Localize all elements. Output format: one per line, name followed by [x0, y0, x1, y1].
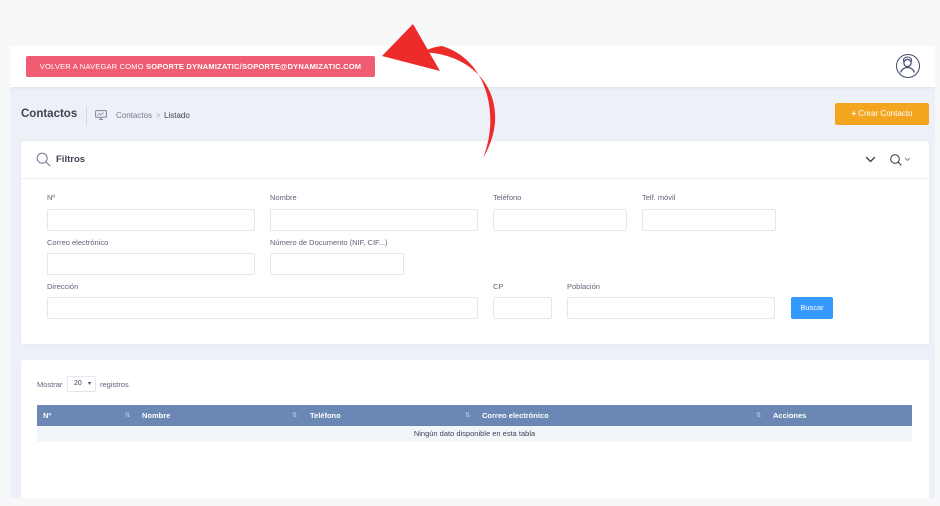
select-arrows-icon: ▾ — [87, 381, 91, 387]
table-header: Nº ⇅ Nombre ⇅ Teléfono ⇅ Correo electrón… — [37, 405, 912, 426]
user-avatar-icon[interactable] — [896, 54, 920, 78]
contacts-table-card: Mostrar 20 ▾ registros Nº ⇅ Nombre ⇅ Tel… — [21, 360, 929, 498]
filters-header[interactable]: Filtros — [21, 141, 929, 179]
filter-telefono-input[interactable] — [493, 209, 627, 231]
filter-label-movil: Telf. móvil — [642, 193, 676, 202]
chevron-down-icon[interactable] — [865, 154, 876, 165]
breadcrumb-separator: > — [156, 111, 161, 120]
filter-documento-input[interactable] — [270, 253, 404, 275]
length-prefix: Mostrar — [37, 380, 63, 389]
filter-label-poblacion: Población — [567, 282, 600, 291]
return-impersonation-button[interactable]: VOLVER A NAVEGAR COMO SOPORTE DYNAMIZATI… — [26, 56, 375, 77]
sort-arrows-icon[interactable]: ⇅ — [756, 405, 761, 426]
filter-poblacion-input[interactable] — [567, 297, 775, 319]
filter-direccion-input[interactable] — [47, 297, 478, 319]
topbar: VOLVER A NAVEGAR COMO SOPORTE DYNAMIZATI… — [10, 46, 935, 87]
filter-label-cp: CP — [493, 282, 504, 291]
search-dropdown-icon[interactable] — [889, 153, 913, 167]
filter-movil-input[interactable] — [642, 209, 776, 231]
filters-title: Filtros — [56, 154, 86, 165]
breadcrumb-contactos[interactable]: Contactos — [116, 111, 152, 120]
return-prefix: VOLVER A NAVEGAR COMO — [39, 62, 144, 71]
return-user: SOPORTE DYNAMIZATIC/SOPORTE@DYNAMIZATIC.… — [146, 62, 362, 71]
sort-arrows-icon[interactable]: ⇅ — [292, 405, 297, 426]
search-button[interactable]: Buscar — [791, 297, 833, 319]
search-icon — [36, 152, 51, 167]
sort-arrows-icon[interactable]: ⇅ — [125, 405, 130, 426]
filter-nombre-input[interactable] — [270, 209, 478, 231]
filter-label-documento: Número de Documento (NIF, CIF...) — [270, 238, 388, 247]
column-header-telefono[interactable]: Teléfono — [310, 405, 341, 426]
create-contact-label: Crear Contacto — [858, 109, 913, 118]
subheader-divider — [86, 106, 87, 126]
filters-card: Filtros Nº Nombre Teléfono Telf. móvil C… — [21, 141, 929, 344]
page-title: Contactos — [21, 108, 78, 120]
create-contact-button[interactable]: + Crear Contacto — [835, 103, 929, 125]
column-header-email[interactable]: Correo electrónico — [482, 405, 549, 426]
subheader: Contactos Contactos > Listado + Crear Con… — [10, 96, 935, 136]
filter-label-direccion: Dirección — [47, 282, 79, 291]
column-header-numero[interactable]: Nº — [43, 405, 51, 426]
length-suffix: registros — [100, 380, 129, 389]
page-length-select[interactable]: 20 ▾ — [67, 376, 96, 392]
column-header-acciones: Acciones — [773, 411, 807, 420]
filter-label-numero: Nº — [47, 193, 56, 202]
contacts-table: Nº ⇅ Nombre ⇅ Teléfono ⇅ Correo electrón… — [37, 405, 912, 442]
filter-label-email: Correo electrónico — [47, 238, 109, 247]
breadcrumb-listado: Listado — [164, 111, 190, 120]
plus-icon: + — [851, 109, 857, 118]
filter-label-nombre: Nombre — [270, 193, 297, 202]
filter-numero-input[interactable] — [47, 209, 255, 231]
filter-email-input[interactable] — [47, 253, 255, 275]
filter-cp-input[interactable] — [493, 297, 552, 319]
page-length-value: 20 — [74, 380, 82, 387]
filter-label-telefono: Teléfono — [493, 193, 522, 202]
column-header-nombre[interactable]: Nombre — [142, 405, 170, 426]
monitor-icon — [95, 110, 107, 120]
table-empty-row: Ningún dato disponible en esta tabla — [37, 426, 912, 442]
sort-arrows-icon[interactable]: ⇅ — [465, 405, 470, 426]
app-frame: VOLVER A NAVEGAR COMO SOPORTE DYNAMIZATI… — [10, 46, 935, 498]
